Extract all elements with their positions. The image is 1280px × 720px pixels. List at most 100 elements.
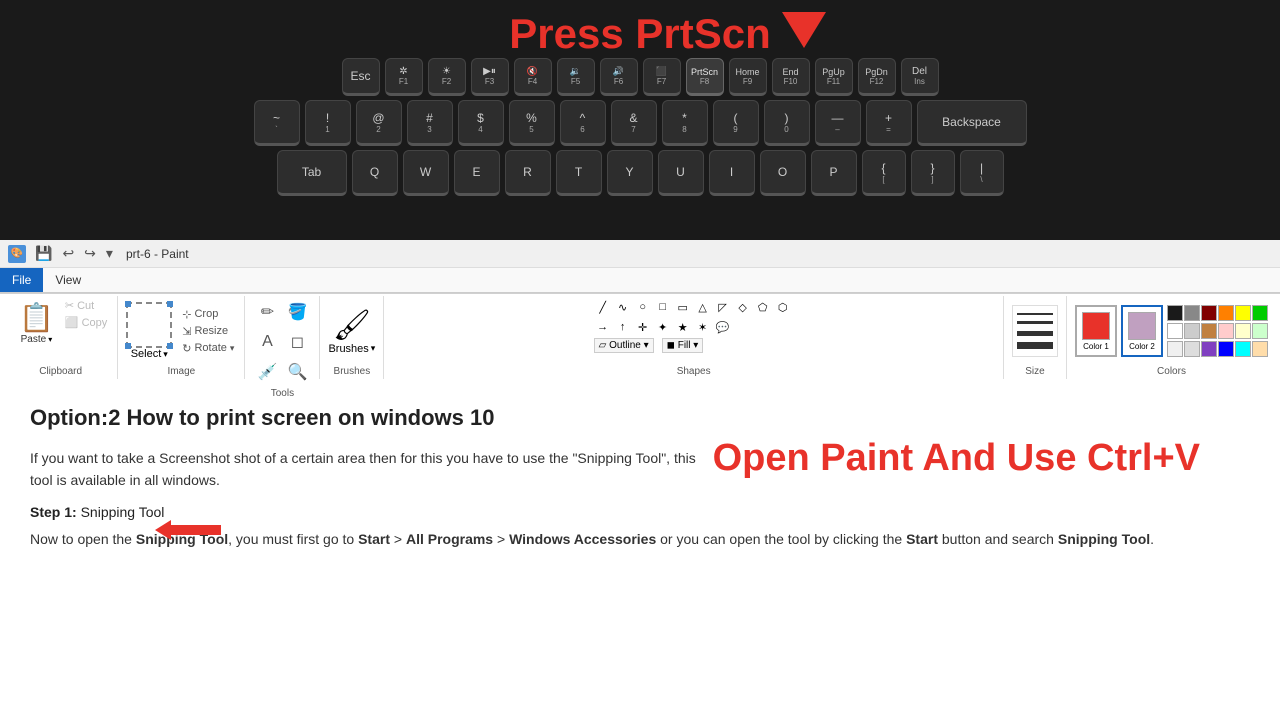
size-4[interactable] <box>1017 342 1053 349</box>
key-prtscn[interactable]: PrtScnF8 <box>686 58 724 96</box>
key-end[interactable]: EndF10 <box>772 58 810 96</box>
color1-button[interactable]: Color 1 <box>1075 305 1117 357</box>
key-tab[interactable]: Tab <box>277 150 347 196</box>
shape-arrow-right[interactable]: → <box>594 318 612 336</box>
key-f3[interactable]: ▶⏸F3 <box>471 58 509 96</box>
key-pgdn[interactable]: PgDnF12 <box>858 58 896 96</box>
key-f5[interactable]: 🔉F5 <box>557 58 595 96</box>
pencil-tool[interactable]: ✏ <box>253 298 281 326</box>
size-3[interactable] <box>1017 331 1053 336</box>
swatch-light-yellow[interactable] <box>1235 323 1251 339</box>
key-7[interactable]: &7 <box>611 100 657 146</box>
copy-button[interactable]: ⬜ Copy <box>63 315 109 330</box>
shape-oval[interactable]: ○ <box>634 298 652 316</box>
key-5[interactable]: %5 <box>509 100 555 146</box>
shape-callout[interactable]: 💬 <box>714 318 732 336</box>
rotate-button[interactable]: ↻ Rotate ▾ <box>180 341 236 356</box>
swatch-light-pink[interactable] <box>1218 323 1234 339</box>
qa-redo-button[interactable]: ↪ <box>81 244 99 263</box>
key-w[interactable]: W <box>403 150 449 196</box>
qa-save-button[interactable]: 💾 <box>32 244 55 263</box>
color2-button[interactable]: Color 2 <box>1121 305 1163 357</box>
shape-pentagon[interactable]: ⬠ <box>754 298 772 316</box>
key-tilde[interactable]: ~` <box>254 100 300 146</box>
tab-view[interactable]: View <box>43 268 93 292</box>
brushes-button[interactable]: 🖌 Brushes ▾ <box>328 308 375 355</box>
key-equals[interactable]: += <box>866 100 912 146</box>
tab-file[interactable]: File <box>0 268 43 292</box>
resize-button[interactable]: ⇲ Resize <box>180 324 236 339</box>
swatch-cyan[interactable] <box>1235 341 1251 357</box>
key-bracket-open[interactable]: {[ <box>862 150 906 196</box>
color-picker-tool[interactable]: 💉 <box>253 358 281 386</box>
swatch-gray[interactable] <box>1184 305 1200 321</box>
key-backspace[interactable]: Backspace <box>917 100 1027 146</box>
size-1[interactable] <box>1017 313 1053 315</box>
shape-star5[interactable]: ★ <box>674 318 692 336</box>
key-8[interactable]: *8 <box>662 100 708 146</box>
shape-hex[interactable]: ⬡ <box>774 298 792 316</box>
key-bracket-close[interactable]: }] <box>911 150 955 196</box>
shape-triangle[interactable]: △ <box>694 298 712 316</box>
fill-dropdown-button[interactable]: ◼ Fill ▾ <box>662 338 704 353</box>
swatch-white[interactable] <box>1167 323 1183 339</box>
key-y[interactable]: Y <box>607 150 653 196</box>
key-f4[interactable]: 🔇F4 <box>514 58 552 96</box>
swatch-green[interactable] <box>1252 305 1268 321</box>
key-backslash[interactable]: |\ <box>960 150 1004 196</box>
key-2[interactable]: @2 <box>356 100 402 146</box>
key-r[interactable]: R <box>505 150 551 196</box>
key-f7[interactable]: ⬛F7 <box>643 58 681 96</box>
swatch-silver[interactable] <box>1184 341 1200 357</box>
shape-curve[interactable]: ∿ <box>614 298 632 316</box>
eraser-tool[interactable]: ◻ <box>283 328 311 356</box>
key-esc[interactable]: Esc <box>342 58 380 96</box>
paste-button[interactable]: 📋 Paste ▾ <box>12 298 61 364</box>
size-2[interactable] <box>1017 321 1053 324</box>
key-f2[interactable]: ☀F2 <box>428 58 466 96</box>
shape-4arrow[interactable]: ✛ <box>634 318 652 336</box>
swatch-near-white[interactable] <box>1167 341 1183 357</box>
key-3[interactable]: #3 <box>407 100 453 146</box>
key-f1[interactable]: ✲F1 <box>385 58 423 96</box>
key-4[interactable]: $4 <box>458 100 504 146</box>
key-pgup[interactable]: PgUpF11 <box>815 58 853 96</box>
key-1[interactable]: !1 <box>305 100 351 146</box>
swatch-light-gray[interactable] <box>1184 323 1200 339</box>
shape-star6[interactable]: ✶ <box>694 318 712 336</box>
shape-line[interactable]: ╱ <box>594 298 612 316</box>
swatch-dark-red[interactable] <box>1201 305 1217 321</box>
fill-tool[interactable]: 🪣 <box>283 298 311 326</box>
key-9[interactable]: (9 <box>713 100 759 146</box>
key-e[interactable]: E <box>454 150 500 196</box>
magnifier-tool[interactable]: 🔍 <box>283 358 311 386</box>
swatch-brown[interactable] <box>1201 323 1217 339</box>
shape-up-arrow[interactable]: ↑ <box>614 318 632 336</box>
shape-rounded-rect[interactable]: ▭ <box>674 298 692 316</box>
key-f6[interactable]: 🔊F6 <box>600 58 638 96</box>
cut-button[interactable]: ✂ Cut <box>63 298 109 313</box>
shape-rect[interactable]: □ <box>654 298 672 316</box>
crop-button[interactable]: ⊹ Crop <box>180 307 236 322</box>
swatch-orange[interactable] <box>1218 305 1234 321</box>
qa-dropdown-button[interactable]: ▾ <box>103 244 116 263</box>
text-tool[interactable]: A <box>253 328 281 356</box>
shape-star4[interactable]: ✦ <box>654 318 672 336</box>
key-6[interactable]: ^6 <box>560 100 606 146</box>
qa-undo-button[interactable]: ↩ <box>59 244 77 263</box>
key-0[interactable]: )0 <box>764 100 810 146</box>
key-i[interactable]: I <box>709 150 755 196</box>
key-o[interactable]: O <box>760 150 806 196</box>
swatch-peach[interactable] <box>1252 341 1268 357</box>
swatch-black[interactable] <box>1167 305 1183 321</box>
swatch-blue[interactable] <box>1218 341 1234 357</box>
key-minus[interactable]: —– <box>815 100 861 146</box>
swatch-yellow[interactable] <box>1235 305 1251 321</box>
shape-diamond[interactable]: ◇ <box>734 298 752 316</box>
outline-button[interactable]: ▱ Outline ▾ <box>594 338 654 353</box>
swatch-purple[interactable] <box>1201 341 1217 357</box>
key-p[interactable]: P <box>811 150 857 196</box>
swatch-light-green[interactable] <box>1252 323 1268 339</box>
select-button[interactable]: Select ▾ <box>131 348 168 360</box>
key-home[interactable]: HomeF9 <box>729 58 767 96</box>
